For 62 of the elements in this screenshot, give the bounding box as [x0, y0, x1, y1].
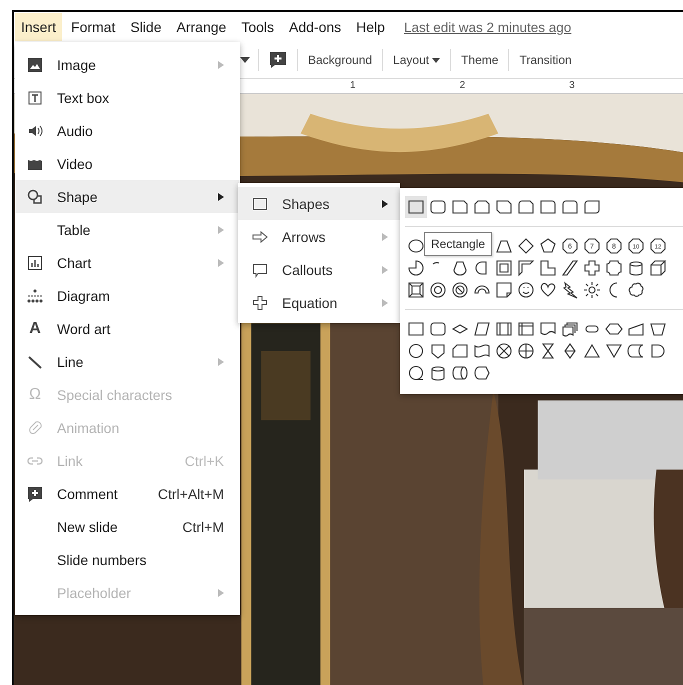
text-box-icon — [27, 90, 43, 106]
menu-item[interactable]: Text box — [15, 81, 240, 114]
line-icon — [27, 354, 43, 370]
add-comment-button[interactable] — [267, 49, 289, 71]
image-icon — [27, 56, 43, 72]
menu-item[interactable]: Arrange — [170, 13, 232, 41]
animation-icon — [27, 420, 43, 436]
rectangle-shape-icon[interactable] — [405, 196, 427, 218]
add-comment-icon — [269, 51, 287, 69]
symbol-icon: A — [29, 320, 41, 338]
menu-item[interactable]: Diagram — [15, 279, 240, 312]
submenu-arrow-icon — [382, 298, 388, 306]
menu-item[interactable]: Help — [350, 13, 391, 41]
toolbar-button[interactable]: Theme — [459, 50, 500, 70]
caret-icon — [240, 57, 250, 63]
menu-item[interactable]: Line — [15, 345, 240, 378]
menu-item[interactable]: Format — [65, 13, 122, 41]
menu-item[interactable]: A Word art — [15, 312, 240, 345]
menu-item[interactable]: Tools — [235, 13, 280, 41]
ruler-number: 2 — [460, 79, 466, 93]
submenu-arrow-icon — [218, 358, 224, 366]
menu-item[interactable]: Callouts — [238, 253, 400, 286]
submenu-arrow-icon — [218, 226, 224, 234]
plus-icon — [252, 294, 268, 310]
comment-icon — [27, 486, 43, 502]
submenu-arrow-icon — [218, 588, 224, 596]
last-edit-link[interactable]: Last edit was 2 minutes ago — [404, 20, 572, 34]
menu-item[interactable]: Equation — [238, 286, 400, 319]
symbol-icon: Ω — [29, 386, 41, 404]
menu-item[interactable]: Audio — [15, 114, 240, 147]
toolbar-button[interactable]: Transition — [517, 50, 574, 70]
submenu-arrow-icon — [218, 60, 224, 68]
menu-item[interactable]: Image — [15, 48, 240, 81]
layout-dropdown[interactable]: Layout — [391, 50, 442, 70]
ruler-number: 3 — [569, 79, 575, 93]
menu-item[interactable]: Table — [15, 213, 240, 246]
submenu-arrow-icon — [218, 192, 224, 200]
menu-item[interactable]: Slide numbers — [15, 543, 240, 576]
menu-item[interactable]: Comment Ctrl+Alt+M — [15, 477, 240, 510]
ruler-number: 1 — [350, 79, 356, 93]
tooltip: Rectangle — [424, 232, 492, 256]
square-icon — [252, 196, 268, 212]
caret-icon — [432, 58, 440, 62]
chart-icon — [27, 254, 43, 270]
callout-icon — [252, 262, 268, 278]
toolbar-button[interactable]: Background — [306, 50, 374, 70]
menu-item[interactable]: Shapes — [238, 187, 400, 220]
menu-item[interactable]: Insert — [15, 13, 62, 41]
diagram-icon — [27, 288, 43, 304]
submenu-arrow-icon — [218, 258, 224, 266]
menu-item[interactable]: New slide Ctrl+M — [15, 510, 240, 543]
sun-shape-icon[interactable] — [581, 279, 603, 301]
shapes-icon — [27, 188, 43, 204]
submenu-arrow-icon — [382, 266, 388, 274]
arrow-icon — [252, 228, 268, 244]
menu-item[interactable]: Chart — [15, 246, 240, 279]
submenu-arrow-icon — [382, 232, 388, 240]
menu-item[interactable]: Arrows — [238, 220, 400, 253]
submenu-arrow-icon — [382, 200, 388, 208]
menu-item[interactable]: Add-ons — [283, 13, 348, 41]
menu-item[interactable]: Shape — [15, 180, 240, 213]
menu-item[interactable]: Slide — [124, 13, 168, 41]
